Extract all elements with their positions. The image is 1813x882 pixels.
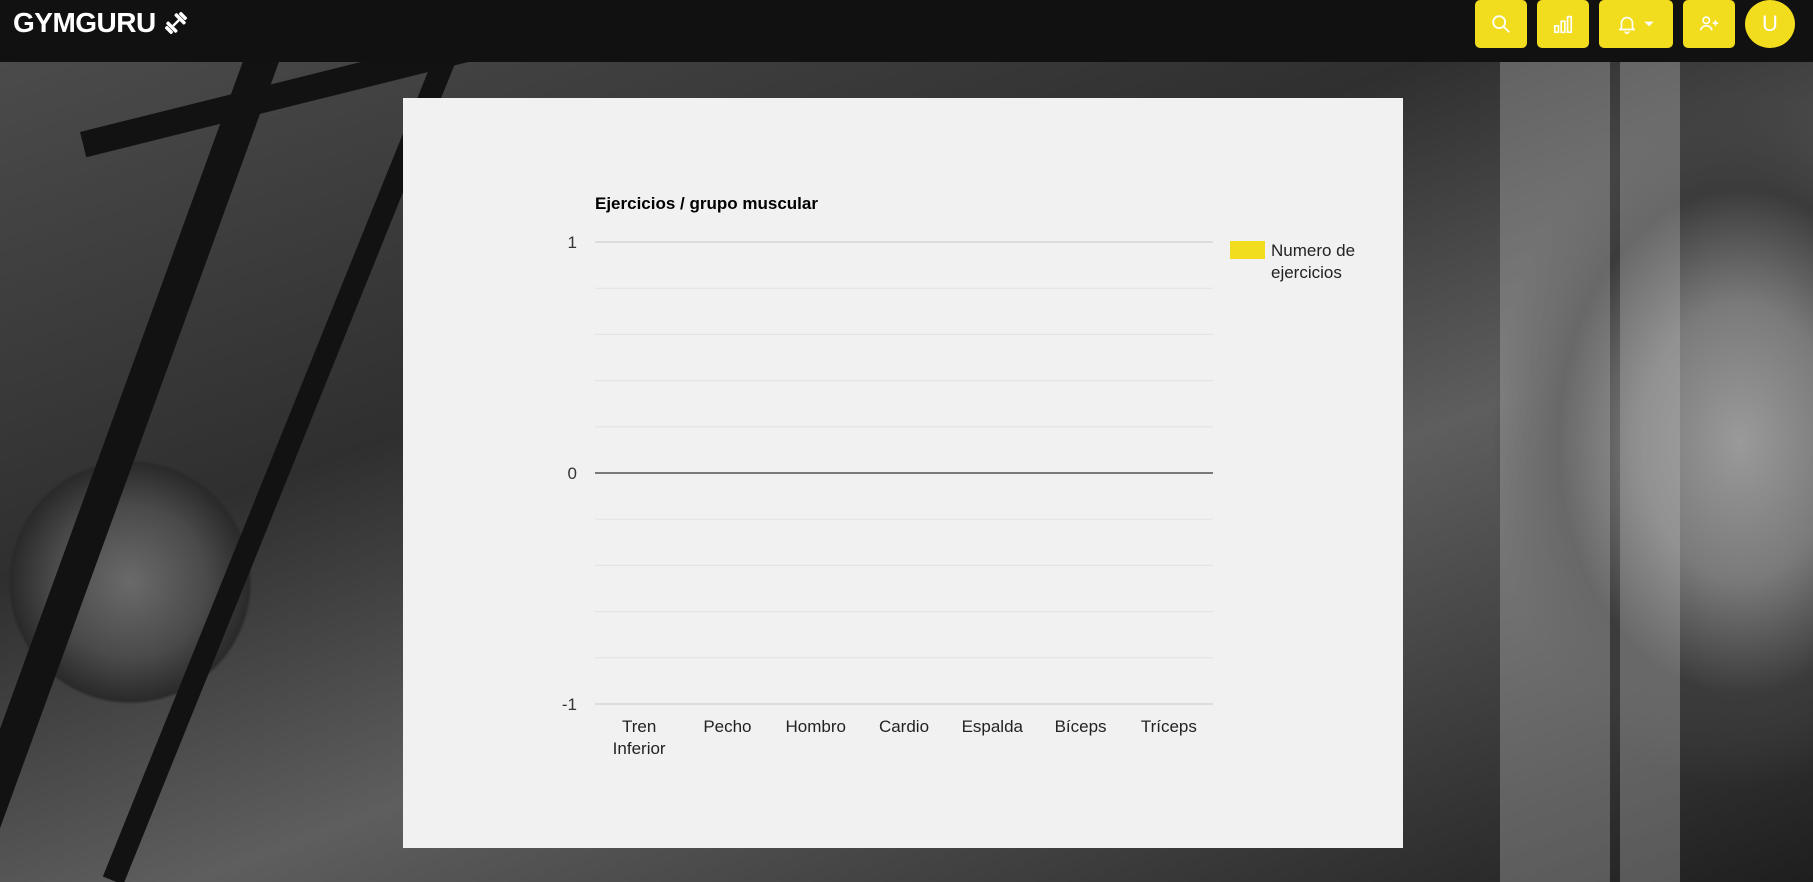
bar-chart: 1 0 -1 Tren Inferior Pecho Hombro Cardio Espalda… [562, 233, 1213, 758]
dumbbell-icon [164, 11, 187, 35]
x-tick-label: Hombro [785, 717, 845, 736]
y-tick-label: 0 [568, 464, 577, 483]
y-tick-label: 1 [568, 233, 577, 252]
top-navbar: GYMGURU U [0, 0, 1813, 62]
add-user-button[interactable] [1683, 0, 1735, 48]
bar-chart-icon [1553, 15, 1573, 34]
x-tick-label: Tren [622, 717, 656, 736]
x-tick-label: Pecho [703, 717, 751, 736]
notifications-button[interactable] [1599, 0, 1673, 48]
x-tick-label: Bíceps [1055, 717, 1107, 736]
y-tick-label: -1 [562, 695, 577, 714]
brand-name: GYMGURU [13, 7, 156, 38]
chart-legend[interactable]: Numero de ejercicios [1230, 240, 1371, 284]
x-tick-label: Cardio [879, 717, 929, 736]
stats-button[interactable] [1537, 0, 1589, 48]
bell-icon [1618, 16, 1636, 34]
search-button[interactable] [1475, 0, 1527, 48]
search-icon [1492, 15, 1510, 33]
user-plus-icon [1699, 16, 1719, 31]
x-tick-label: Tríceps [1141, 717, 1197, 736]
chevron-down-icon [1644, 21, 1654, 27]
avatar-initial: U [1762, 11, 1778, 36]
chart-card: Ejercicios / grupo muscular 1 0 -1 Tren Infe… [403, 98, 1403, 848]
legend-swatch [1230, 241, 1265, 259]
x-tick-label: Espalda [962, 717, 1024, 736]
legend-label: Numero de ejercicios [1271, 241, 1356, 282]
user-avatar[interactable]: U [1745, 0, 1795, 48]
x-tick-label: Inferior [613, 739, 666, 758]
brand-logo[interactable]: GYMGURU [13, 7, 190, 39]
